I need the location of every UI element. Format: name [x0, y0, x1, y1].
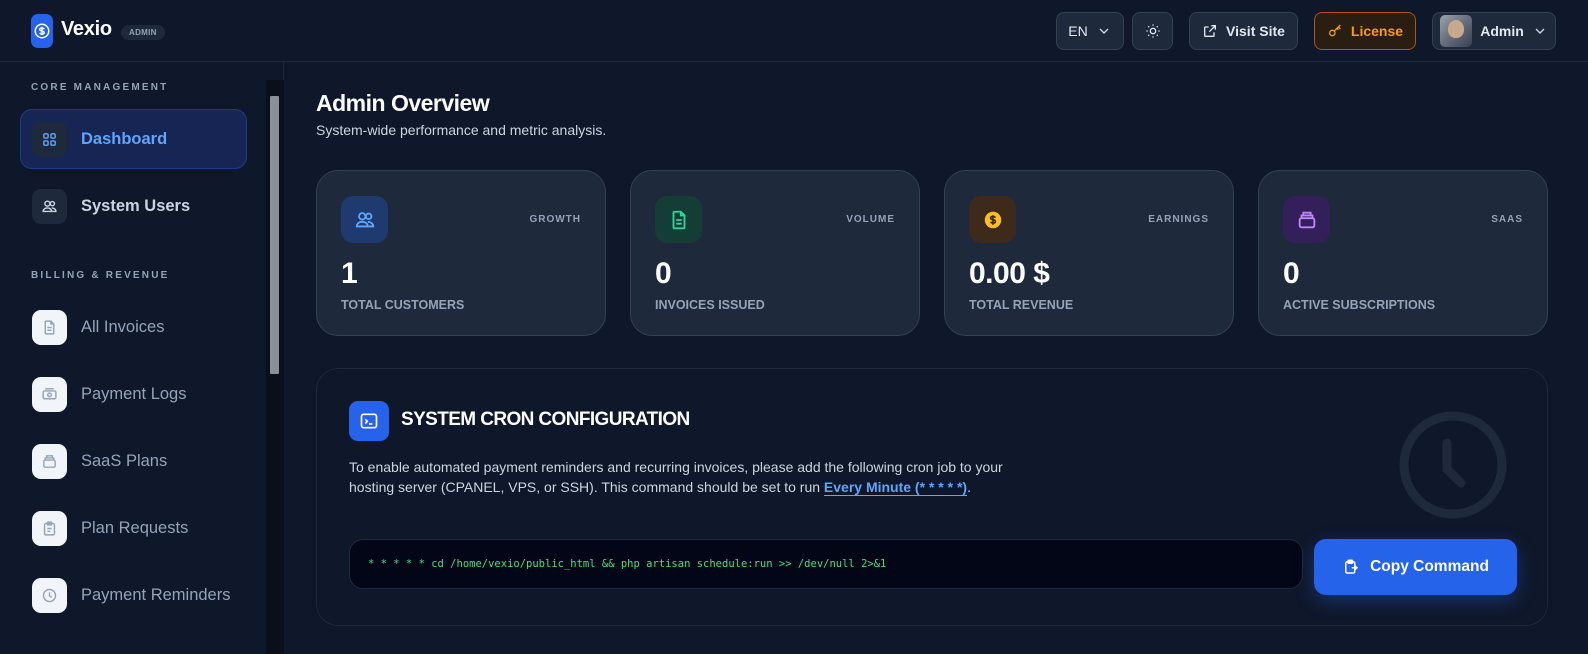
key-icon — [1328, 24, 1341, 37]
copy-command-label: Copy Command — [1370, 558, 1489, 575]
clock-icon — [1399, 411, 1507, 519]
sidebar-scrollbar-thumb[interactable] — [270, 96, 279, 374]
terminal-icon — [349, 401, 389, 441]
license-label: License — [1350, 23, 1404, 39]
page-title: Admin Overview — [316, 90, 490, 116]
chevron-down-icon — [1099, 28, 1109, 34]
sidebar-item-label: System Users — [81, 196, 191, 215]
visit-site-button[interactable]: Visit Site — [1189, 12, 1298, 50]
stat-label: TOTAL CUSTOMERS — [341, 298, 465, 312]
logo-icon[interactable] — [31, 14, 53, 48]
stat-value: 0 — [1283, 257, 1300, 290]
chevron-down-icon — [1535, 28, 1545, 34]
stat-tag: EARNINGS — [1148, 214, 1209, 225]
user-name: Admin — [1480, 23, 1524, 39]
box-icon — [32, 443, 67, 479]
cron-description: To enable automated payment reminders an… — [349, 457, 1019, 497]
copy-command-button[interactable]: Copy Command — [1314, 539, 1517, 595]
cron-command: * * * * * cd /home/vexio/public_html && … — [368, 558, 887, 570]
sidebar-item-label: All Invoices — [81, 317, 165, 336]
brand-name: Vexio — [61, 18, 112, 40]
external-link-icon — [1204, 25, 1217, 37]
clipboard-copy-icon — [1345, 559, 1359, 574]
stat-card-revenue: EARNINGS 0.00 $ TOTAL REVENUE — [944, 170, 1234, 336]
sidebar-item-plan-requests[interactable]: Plan Requests — [20, 498, 247, 558]
stat-tag: SAAS — [1491, 214, 1523, 225]
admin-badge: ADMIN — [121, 25, 165, 40]
clock-icon — [32, 577, 67, 613]
dollar-coin-icon — [969, 196, 1016, 243]
language-dropdown[interactable]: EN — [1056, 12, 1124, 50]
sidebar-item-system-users[interactable]: System Users — [20, 176, 247, 236]
users-icon — [341, 196, 388, 243]
stat-card-invoices: VOLUME 0 INVOICES ISSUED — [630, 170, 920, 336]
stat-label: ACTIVE SUBSCRIPTIONS — [1283, 298, 1436, 312]
stat-card-customers: GROWTH 1 TOTAL CUSTOMERS — [316, 170, 606, 336]
sidebar-item-all-invoices[interactable]: All Invoices — [20, 297, 247, 357]
sidebar-item-label: Payment Reminders — [81, 585, 231, 604]
sidebar-item-label: Plan Requests — [81, 518, 189, 537]
stat-tag: GROWTH — [529, 214, 581, 225]
sidebar: CORE MANAGEMENT Dashboard System Users B… — [0, 62, 284, 654]
sidebar-item-payment-reminders[interactable]: Payment Reminders — [20, 565, 247, 625]
sidebar-item-payment-logs[interactable]: Payment Logs — [20, 364, 247, 424]
sidebar-item-label: Dashboard — [81, 129, 168, 148]
cron-title: SYSTEM CRON CONFIGURATION — [401, 409, 690, 430]
visit-site-label: Visit Site — [1226, 23, 1285, 39]
theme-toggle-button[interactable] — [1132, 12, 1173, 50]
license-button[interactable]: License — [1314, 12, 1416, 50]
stat-value: 0 — [655, 257, 672, 290]
stat-tag: VOLUME — [846, 214, 895, 225]
users-icon — [32, 188, 67, 224]
box-icon — [1283, 196, 1330, 243]
sidebar-item-dashboard[interactable]: Dashboard — [20, 109, 247, 169]
cron-frequency-link[interactable]: Every Minute (* * * * *) — [823, 479, 968, 496]
stat-card-subscriptions: SAAS 0 ACTIVE SUBSCRIPTIONS — [1258, 170, 1548, 336]
cron-configuration-panel: SYSTEM CRON CONFIGURATION To enable auto… — [316, 368, 1548, 626]
file-icon — [655, 196, 702, 243]
page-subtitle: System-wide performance and metric analy… — [316, 122, 607, 138]
cron-text-end: . — [967, 479, 971, 495]
stat-value: 0.00 $ — [969, 257, 1050, 290]
sidebar-item-saas-plans[interactable]: SaaS Plans — [20, 431, 247, 491]
stat-value: 1 — [341, 257, 358, 290]
cron-command-box[interactable]: * * * * * cd /home/vexio/public_html && … — [349, 539, 1303, 589]
section-title-core: CORE MANAGEMENT — [31, 82, 169, 93]
user-menu[interactable]: Admin — [1432, 12, 1556, 50]
clipboard-icon — [32, 510, 67, 546]
section-title-billing: BILLING & REVENUE — [31, 270, 170, 281]
language-label: EN — [1068, 23, 1088, 39]
grid-icon — [32, 121, 67, 157]
money-icon — [32, 376, 67, 412]
sidebar-item-label: SaaS Plans — [81, 451, 168, 470]
file-icon — [32, 309, 67, 345]
top-header: Vexio ADMIN EN Visit Site License Admin — [0, 0, 1588, 62]
sidebar-item-label: Payment Logs — [81, 384, 187, 403]
sun-icon — [1145, 24, 1160, 38]
avatar — [1440, 15, 1473, 47]
stat-label: TOTAL REVENUE — [969, 298, 1074, 312]
stat-label: INVOICES ISSUED — [655, 298, 765, 312]
